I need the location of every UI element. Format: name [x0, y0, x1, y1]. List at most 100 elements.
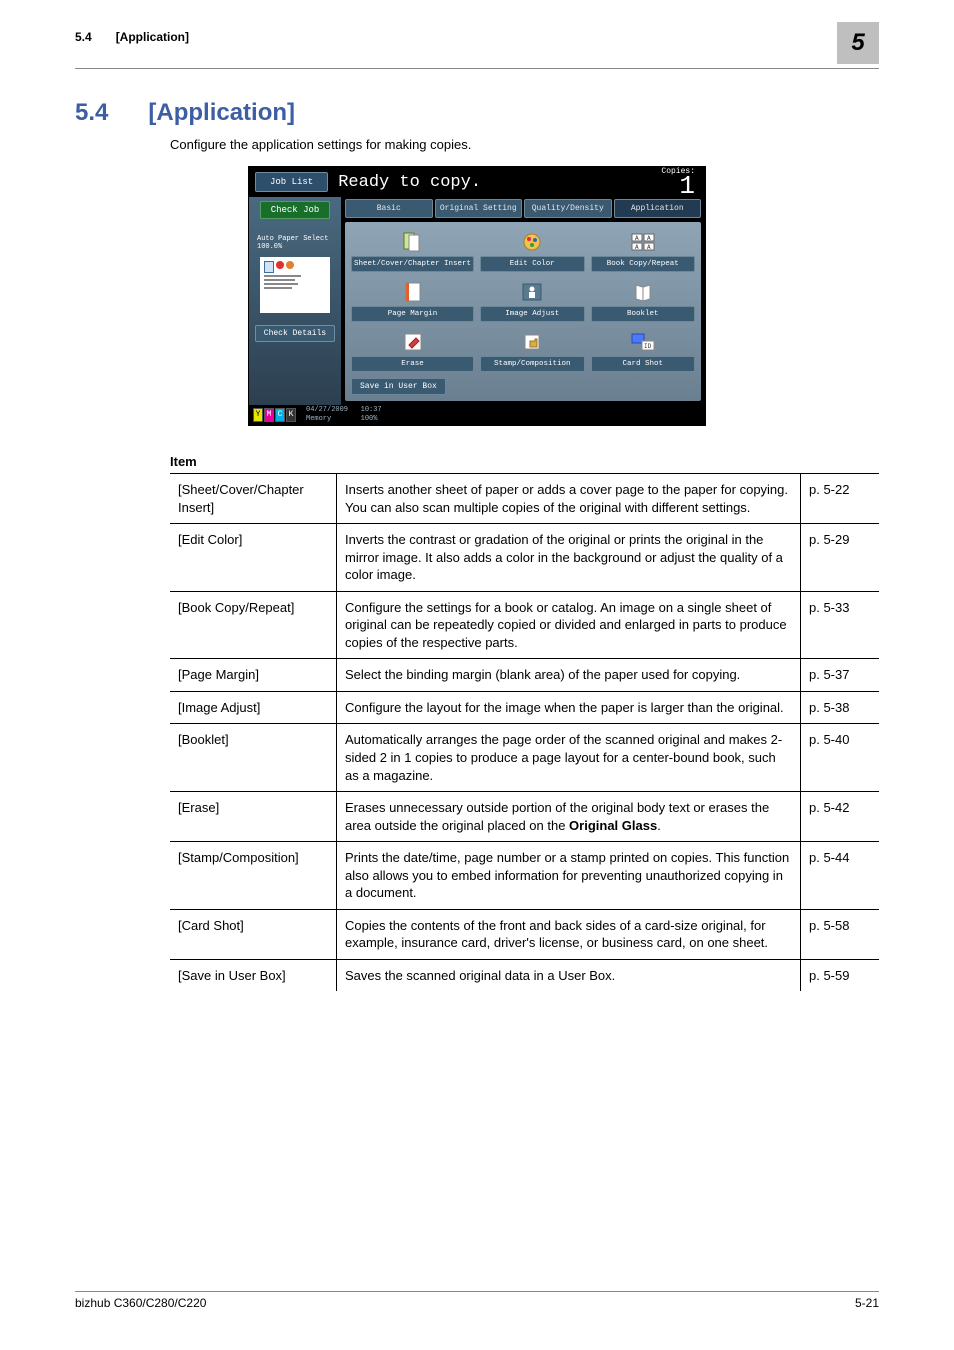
section-intro: Configure the application settings for m…: [170, 137, 879, 152]
item-description: Prints the date/time, page number or a s…: [337, 842, 801, 910]
tab-quality-density[interactable]: Quality/Density: [524, 199, 612, 218]
preview-icon: [264, 261, 274, 273]
auto-paper-label: Auto Paper Select 100.0%: [257, 235, 337, 251]
sheet-icon: [351, 228, 474, 256]
item-name: [Card Shot]: [170, 909, 337, 959]
item-page-ref: p. 5-37: [801, 659, 880, 692]
toner-c-icon: C: [275, 408, 285, 422]
item-page-ref: p. 5-38: [801, 691, 880, 724]
app-label: Book Copy/Repeat: [591, 256, 695, 272]
copier-panel-screenshot: Job List Ready to copy. Copies: 1 Check …: [248, 166, 706, 426]
save-in-user-box-button[interactable]: Save in User Box: [351, 378, 446, 395]
running-section-num: 5.4: [75, 30, 92, 44]
app-label: Stamp/Composition: [480, 356, 584, 372]
app-sheet-cover[interactable]: Sheet/Cover/Chapter Insert: [351, 228, 474, 272]
svg-text:A: A: [635, 235, 639, 242]
item-page-ref: p. 5-59: [801, 959, 880, 991]
svg-text:ID: ID: [644, 343, 652, 350]
app-book-copy[interactable]: AAAA Book Copy/Repeat: [591, 228, 695, 272]
footer-page-number: 5-21: [855, 1296, 879, 1310]
item-description: Copies the contents of the front and bac…: [337, 909, 801, 959]
item-description: Configure the settings for a book or cat…: [337, 591, 801, 659]
item-name: [Erase]: [170, 792, 337, 842]
item-name: [Booklet]: [170, 724, 337, 792]
preview-thumbnail: [260, 257, 330, 313]
table-row: [Sheet/Cover/Chapter Insert]Inserts anot…: [170, 474, 879, 524]
dot-icon: [276, 261, 284, 269]
app-page-margin[interactable]: Page Margin: [351, 278, 474, 322]
repeat-icon: AAAA: [591, 228, 695, 256]
line-icon: [264, 287, 292, 289]
item-description: Saves the scanned original data in a Use…: [337, 959, 801, 991]
table-row: [Page Margin]Select the binding margin (…: [170, 659, 879, 692]
item-name: [Sheet/Cover/Chapter Insert]: [170, 474, 337, 524]
chapter-number-box: 5: [837, 22, 879, 64]
status-datetime: 04/27/2009 10:37 Memory 100%: [306, 406, 382, 424]
item-name: [Edit Color]: [170, 524, 337, 592]
dot-icon: [286, 261, 294, 269]
line-icon: [264, 283, 298, 285]
toner-m-icon: M: [264, 408, 274, 422]
erase-icon: [351, 328, 474, 356]
line-icon: [264, 275, 301, 277]
section-title: [Application]: [148, 99, 295, 127]
job-list-button[interactable]: Job List: [255, 172, 328, 192]
svg-text:A: A: [647, 235, 651, 242]
table-header: Item: [170, 454, 879, 474]
image-adjust-icon: [480, 278, 584, 306]
check-job-button[interactable]: Check Job: [260, 201, 331, 219]
svg-text:A: A: [647, 244, 651, 251]
running-header: 5.4 [Application] 5: [75, 30, 879, 69]
table-row: [Image Adjust]Configure the layout for t…: [170, 691, 879, 724]
item-description: Inverts the contrast or gradation of the…: [337, 524, 801, 592]
table-row: [Save in User Box]Saves the scanned orig…: [170, 959, 879, 991]
page-footer: bizhub C360/C280/C220 5-21: [75, 1291, 879, 1310]
app-label: Booklet: [591, 306, 695, 322]
item-page-ref: p. 5-22: [801, 474, 880, 524]
app-stamp-composition[interactable]: Stamp/Composition: [480, 328, 584, 372]
app-erase[interactable]: Erase: [351, 328, 474, 372]
chapter-number: 5: [851, 29, 864, 57]
app-label: Erase: [351, 356, 474, 372]
item-name: [Image Adjust]: [170, 691, 337, 724]
item-description: Automatically arranges the page order of…: [337, 724, 801, 792]
check-details-button[interactable]: Check Details: [255, 325, 335, 342]
stamp-icon: [480, 328, 584, 356]
item-description: Configure the layout for the image when …: [337, 691, 801, 724]
item-page-ref: p. 5-44: [801, 842, 880, 910]
footer-product: bizhub C360/C280/C220: [75, 1296, 206, 1310]
app-image-adjust[interactable]: Image Adjust: [480, 278, 584, 322]
tab-basic[interactable]: Basic: [345, 199, 433, 218]
item-page-ref: p. 5-29: [801, 524, 880, 592]
svg-text:A: A: [635, 244, 639, 251]
app-card-shot[interactable]: ID Card Shot: [591, 328, 695, 372]
app-edit-color[interactable]: Edit Color: [480, 228, 584, 272]
app-label: Edit Color: [480, 256, 584, 272]
item-name: [Page Margin]: [170, 659, 337, 692]
item-page-ref: p. 5-58: [801, 909, 880, 959]
toner-k-icon: K: [286, 408, 296, 422]
table-row: [Booklet]Automatically arranges the page…: [170, 724, 879, 792]
table-row: [Erase]Erases unnecessary outside portio…: [170, 792, 879, 842]
app-label: Card Shot: [591, 356, 695, 372]
item-name: [Stamp/Composition]: [170, 842, 337, 910]
app-booklet[interactable]: Booklet: [591, 278, 695, 322]
item-name: [Book Copy/Repeat]: [170, 591, 337, 659]
item-description: Erases unnecessary outside portion of th…: [337, 792, 801, 842]
margin-icon: [351, 278, 474, 306]
toner-y-icon: Y: [253, 408, 263, 422]
tab-application[interactable]: Application: [614, 199, 702, 218]
booklet-icon: [591, 278, 695, 306]
card-icon: ID: [591, 328, 695, 356]
status-message: Ready to copy.: [338, 173, 661, 192]
tab-original-setting[interactable]: Original Setting: [435, 199, 523, 218]
items-table: [Sheet/Cover/Chapter Insert]Inserts anot…: [170, 474, 879, 991]
palette-icon: [480, 228, 584, 256]
table-row: [Edit Color]Inverts the contrast or grad…: [170, 524, 879, 592]
line-icon: [264, 279, 295, 281]
app-label: Sheet/Cover/Chapter Insert: [351, 256, 474, 272]
item-description: Inserts another sheet of paper or adds a…: [337, 474, 801, 524]
running-section-title: [Application]: [116, 30, 189, 44]
item-page-ref: p. 5-42: [801, 792, 880, 842]
item-page-ref: p. 5-40: [801, 724, 880, 792]
